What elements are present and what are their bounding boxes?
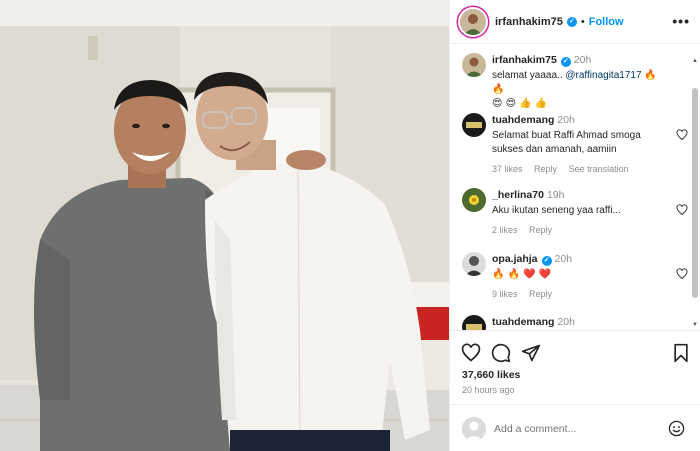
comments-list[interactable]: irfanhakim75 ✓ 20h selamat yaaaa.. @raffin…	[450, 45, 700, 330]
commenter-avatar-icon[interactable]	[462, 188, 486, 212]
post-photo[interactable]	[0, 0, 449, 451]
profile-avatar-icon[interactable]	[460, 8, 486, 35]
comment-text: Aku ikutan seneng yaa raffi...	[492, 205, 621, 216]
heart-icon[interactable]	[461, 343, 481, 363]
comment-text: Selamat buat Raffi Ahmad smoga sukses da…	[492, 130, 641, 155]
bookmark-icon[interactable]	[671, 343, 691, 363]
comment-reply-button[interactable]: Reply	[529, 225, 552, 235]
comment-username[interactable]: tuahdemang	[492, 114, 554, 126]
caption-mention-link[interactable]: @raffinagita1717	[565, 70, 641, 81]
comment-reply-button[interactable]: Reply	[534, 164, 557, 174]
likes-count[interactable]: 37,660 likes	[462, 369, 520, 381]
scroll-up-arrow-icon[interactable]: ▲	[692, 58, 698, 64]
caption-emojis-2: 😍 😍 👍 👍	[492, 98, 548, 109]
comment-time: 19h	[546, 189, 565, 201]
photo-illustration	[0, 0, 449, 451]
caption-username[interactable]: irfanhakim75	[492, 54, 557, 66]
comment-like-heart-icon[interactable]	[676, 204, 688, 216]
emoji-icon[interactable]	[668, 420, 685, 437]
comment-time: 20h	[554, 253, 573, 265]
post-header: irfanhakim75 ✓ • Follow •••	[450, 0, 700, 44]
add-comment-bar	[450, 404, 700, 451]
comment-time: 20h	[557, 114, 575, 126]
post-timestamp: 20 hours ago	[462, 385, 515, 395]
follow-button[interactable]: Follow	[589, 16, 624, 28]
caption-time: 20h	[573, 54, 592, 66]
post-panel: irfanhakim75 ✓ • Follow ••• irfanhakim75…	[449, 0, 700, 451]
verified-badge-icon: ✓	[566, 16, 577, 27]
caption-text-main: selamat yaaaa..	[492, 70, 566, 81]
commenter-avatar-icon[interactable]	[462, 315, 486, 330]
share-icon[interactable]	[521, 343, 541, 363]
verified-badge-icon: ✓	[541, 256, 552, 266]
add-comment-input[interactable]	[494, 419, 654, 439]
separator-dot: •	[580, 15, 585, 28]
comment-username[interactable]: tuahdemang	[492, 316, 554, 328]
comment-likes-count[interactable]: 9 likes	[492, 289, 518, 299]
comment-like-heart-icon[interactable]	[676, 129, 688, 141]
caption-avatar-icon[interactable]	[462, 53, 486, 77]
caption-text: selamat yaaaa.. @raffinagita1717 🔥 🔥 😍 😍…	[492, 69, 672, 111]
comment-likes-count[interactable]: 2 likes	[492, 225, 518, 235]
comment-username[interactable]: _herlina70	[492, 189, 544, 201]
comment-like-heart-icon[interactable]	[676, 268, 688, 280]
current-user-avatar-icon	[462, 417, 486, 441]
comment-see-translation-button[interactable]: See translation	[569, 164, 629, 174]
comment-time: 20h	[557, 316, 575, 328]
comment-text: 🔥 🔥 ❤️ ❤️	[492, 269, 552, 280]
scroll-down-arrow-icon[interactable]: ▼	[692, 322, 698, 328]
comment-likes-count[interactable]: 37 likes	[492, 164, 523, 174]
comments-scrollbar[interactable]: ▲ ▼	[692, 58, 698, 328]
scrollbar-thumb[interactable]	[692, 88, 698, 298]
comment-reply-button[interactable]: Reply	[529, 289, 552, 299]
commenter-avatar-icon[interactable]	[462, 113, 486, 137]
comment-username[interactable]: opa.jahja	[492, 253, 538, 265]
more-options-icon[interactable]: •••	[672, 14, 690, 28]
verified-badge-icon: ✓	[560, 57, 571, 67]
post-author-username[interactable]: irfanhakim75	[495, 16, 563, 28]
commenter-avatar-icon[interactable]	[462, 252, 486, 276]
comment-icon[interactable]	[491, 343, 511, 363]
